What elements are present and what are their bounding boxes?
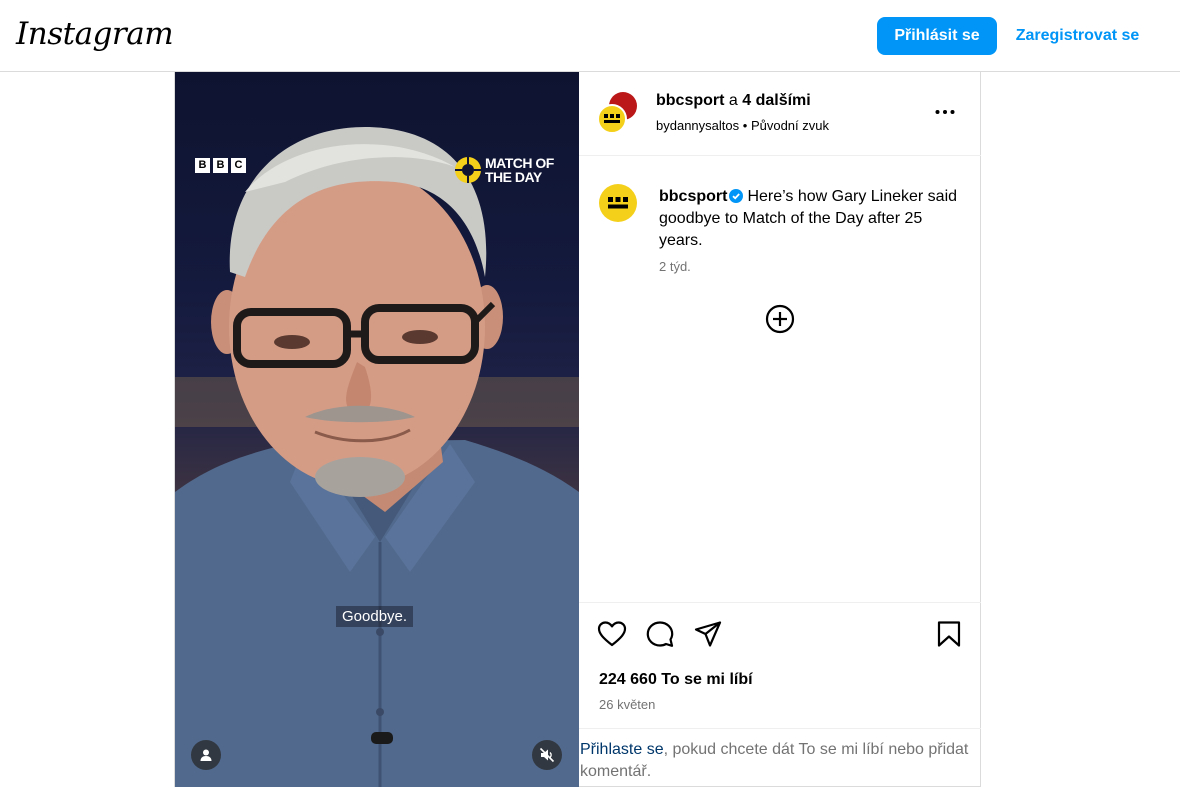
post-actions: 224 660 To se mi líbí 26 květen Přihlast… [579,602,981,787]
football-icon [455,157,481,183]
audio-separator: • [742,118,748,133]
person-icon [200,749,212,761]
bookmark-icon [937,621,961,647]
tagged-users-button[interactable] [191,740,221,770]
more-options-button[interactable] [933,100,957,124]
collab-avatars[interactable] [597,92,639,134]
post-date[interactable]: 26 květen [599,697,655,712]
circle-plus-icon [765,304,795,334]
bbc-logo-letter: B [195,158,210,173]
caption-avatar[interactable] [599,184,637,222]
bbc-logo-letter: B [213,158,228,173]
collaborators-link[interactable]: 4 dalšími [742,92,810,109]
login-link[interactable]: Přihlaste se [580,741,664,758]
heart-icon [597,621,627,647]
bbc-sport-avatar-logo [604,114,620,123]
post-author-line: bbcsport a 4 dalšími [656,92,811,110]
bbc-logo: B B C [195,158,246,173]
bbc-sport-avatar-logo [608,197,628,209]
save-button[interactable] [934,619,964,649]
like-count[interactable]: 224 660 To se mi líbí [599,671,753,689]
more-dots-icon [935,110,955,114]
share-button[interactable] [693,619,723,649]
caption-timestamp[interactable]: 2 týd. [659,259,691,274]
audio-author-link[interactable]: bydannysaltos [656,118,739,133]
add-comment-plus-button[interactable] [765,304,795,334]
post-video[interactable]: B B C MATCH OF THE DAY Goodbye. [175,72,579,787]
audio-info-line: bydannysaltos • Původní zvuk [656,118,829,133]
original-audio-link[interactable]: Původní zvuk [751,118,829,133]
verified-badge-icon [729,189,744,203]
match-of-the-day-logo: MATCH OF THE DAY [454,156,565,184]
signup-button[interactable]: Zaregistrovat se [1005,17,1150,55]
login-button[interactable]: Přihlásit se [877,17,997,55]
caption-text-block: bbcsport Here’s how Gary Lineker said go… [659,186,959,252]
paper-plane-icon [694,621,722,647]
top-navigation-bar: Instagram Přihlásit se Zaregistrovat se [0,0,1180,72]
bbcsport-avatar [597,104,627,134]
post-container: B B C MATCH OF THE DAY Goodbye. bbcsport… [174,72,981,787]
post-sidebar: bbcsport a 4 dalšími bydannysaltos • Pův… [579,72,981,787]
like-button[interactable] [597,619,627,649]
show-logo-text: MATCH OF THE DAY [485,155,554,185]
mute-toggle-button[interactable] [532,740,562,770]
speaker-muted-icon [539,747,555,763]
login-prompt: Přihlaste se, pokud chcete dát To se mi … [579,728,981,788]
post-header: bbcsport a 4 dalšími bydannysaltos • Pův… [579,72,981,156]
comment-button[interactable] [645,619,675,649]
video-subtitle: Goodbye. [336,606,414,627]
bbc-logo-letter: C [231,158,246,173]
instagram-logo[interactable]: Instagram [16,16,174,52]
post-author-username[interactable]: bbcsport [656,92,724,109]
caption-username[interactable]: bbcsport [659,188,727,205]
speech-bubble-icon [646,621,674,647]
post-author-joiner: a [724,92,743,109]
